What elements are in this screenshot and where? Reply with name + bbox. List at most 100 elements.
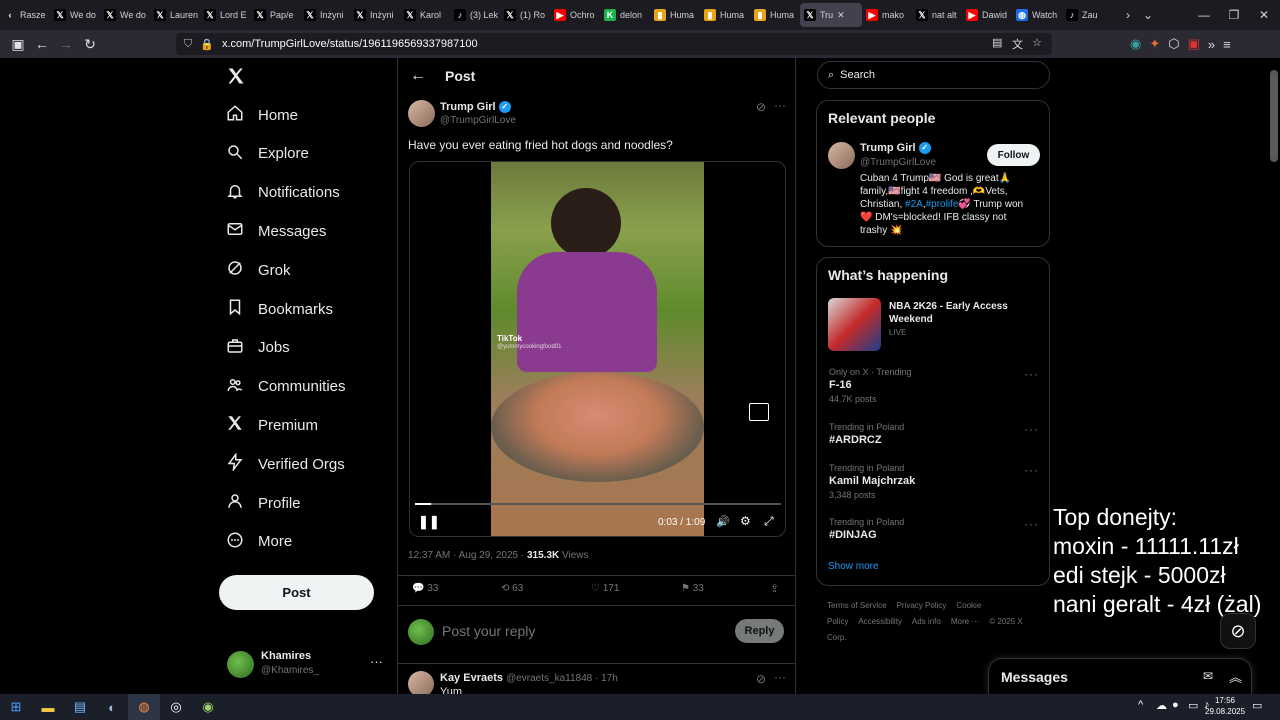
browser-tab[interactable]: ▮ Huma xyxy=(750,3,800,27)
browser-tab[interactable]: 𝕏 Lauren xyxy=(150,3,200,27)
browser-tab[interactable]: 𝕏 We do xyxy=(50,3,100,27)
nav-item-messages[interactable]: Messages xyxy=(226,213,326,249)
relevant-name-row[interactable]: Trump Girl ✓ xyxy=(860,142,931,155)
footer-link[interactable]: More ··· xyxy=(951,617,979,626)
heart-icon[interactable]: ♡ xyxy=(591,583,600,594)
relevant-handle[interactable]: @TrumpGirlLove xyxy=(860,157,936,168)
firefox-icon[interactable]: ◍ xyxy=(128,694,160,720)
nav-item-explore[interactable]: Explore xyxy=(226,136,309,172)
tray-network-icon[interactable]: ▭ xyxy=(1188,699,1198,712)
featured-thumbnail[interactable] xyxy=(828,298,881,351)
browser-tab[interactable]: 𝕏 Tru ✕ xyxy=(800,3,862,27)
trend-item[interactable]: Trending in Poland Kamil Majchrzak 3,348 p… xyxy=(829,463,1039,500)
nav-item-verified-orgs[interactable]: Verified Orgs xyxy=(226,446,345,482)
volume-icon[interactable]: 🔊 xyxy=(716,515,730,528)
search-input[interactable]: Search xyxy=(840,69,875,81)
taskbar-app-icon[interactable]: ▤ xyxy=(64,694,96,720)
nav-item-home[interactable]: Home xyxy=(226,97,298,133)
reply-action[interactable]: 💬 33 xyxy=(412,583,438,594)
reply-icon[interactable]: 💬 xyxy=(412,583,424,594)
tray-chevron-icon[interactable]: ^ xyxy=(1138,699,1143,711)
reply-more-icon[interactable]: ··· xyxy=(774,670,786,684)
nav-item-premium[interactable]: Premium xyxy=(226,407,318,443)
hashtag-link[interactable]: #2A xyxy=(905,199,923,210)
author-name[interactable]: Trump Girl xyxy=(440,101,496,113)
windows-start-icon[interactable]: ⊞ xyxy=(0,694,32,720)
browser-tab[interactable]: ▶ Dawid xyxy=(962,3,1012,27)
url-bar[interactable]: ⛉ 🔒 x.com/TrumpGirlLove/status/196119656… xyxy=(176,33,1052,55)
nav-item-communities[interactable]: Communities xyxy=(226,369,346,405)
trend-item[interactable]: Only on X · Trending F-16 44.7K posts ··· xyxy=(829,367,1039,404)
post-timestamp[interactable]: 12:37 AM · Aug 29, 2025 · xyxy=(408,550,524,561)
browser-tab[interactable]: ♪ (3) Lek xyxy=(450,3,500,27)
footer-link[interactable]: Terms of Service xyxy=(827,601,887,610)
reload-icon[interactable]: ↻ xyxy=(78,32,102,56)
browser-tab[interactable]: ▮ Huma xyxy=(650,3,700,27)
tray-mic-icon[interactable]: ● xyxy=(1172,699,1179,711)
steam-icon[interactable]: ◐ xyxy=(96,694,128,720)
post-more-icon[interactable]: ··· xyxy=(774,98,786,112)
notification-center-icon[interactable]: ▭ xyxy=(1252,699,1262,712)
page-scrollbar[interactable] xyxy=(1270,70,1278,162)
browser-tab[interactable]: 𝕏nat alt xyxy=(912,3,962,27)
browser-tab[interactable]: ▶ Ochro xyxy=(550,3,600,27)
like-action[interactable]: ♡ 171 xyxy=(591,583,619,594)
overflow-chevrons-icon[interactable]: » xyxy=(1208,37,1215,52)
relevant-name[interactable]: Trump Girl xyxy=(860,142,916,154)
tab-list-chevron-icon[interactable]: ⌄ xyxy=(1130,0,1166,30)
trend-item[interactable]: Trending in Poland #ARDRCZ ··· xyxy=(829,422,1039,446)
url-text[interactable]: x.com/TrumpGirlLove/status/1961196569337… xyxy=(222,38,478,50)
bookmark-icon[interactable]: ⚑ xyxy=(681,583,690,594)
browser-tab[interactable]: 𝕏 Inżyni xyxy=(300,3,350,27)
featured-title[interactable]: NBA 2K26 - Early Access Weekend xyxy=(889,300,1029,326)
pause-icon[interactable]: ❚❚ xyxy=(418,514,440,530)
browser-tab[interactable]: 𝕏 Karol xyxy=(400,3,450,27)
clock[interactable]: 17:56 29.08.2025 xyxy=(1205,695,1245,717)
extension-fox-icon[interactable]: ✦ xyxy=(1149,36,1160,52)
relevant-avatar[interactable] xyxy=(828,142,855,169)
browser-tab[interactable]: 𝕏 We do xyxy=(100,3,150,27)
post-button[interactable]: Post xyxy=(219,575,374,610)
reply-grok-icon[interactable]: ⊘ xyxy=(756,672,766,686)
nav-item-grok[interactable]: Grok xyxy=(226,252,291,288)
browser-tab[interactable]: 𝕏 Lord E xyxy=(200,3,250,27)
hashtag-link[interactable]: #prolife xyxy=(926,199,959,210)
author-avatar[interactable] xyxy=(408,100,435,127)
author-name-row[interactable]: Trump Girl ✓ xyxy=(440,101,511,114)
nav-item-more[interactable]: More xyxy=(226,524,292,560)
account-switcher[interactable]: Khamires @Khamires_ ··· xyxy=(227,646,397,686)
repost-action[interactable]: ⟲ 63 xyxy=(501,583,523,594)
trend-more-icon[interactable]: ··· xyxy=(1024,422,1039,436)
back-arrow-icon[interactable]: ← xyxy=(410,67,426,85)
x-logo-icon[interactable] xyxy=(226,66,248,88)
fullscreen-icon[interactable]: ⤢ xyxy=(764,514,774,529)
browser-tab[interactable]: 𝕏 Inżyni xyxy=(350,3,400,27)
trend-more-icon[interactable]: ··· xyxy=(1024,463,1039,477)
star-bookmark-icon[interactable]: ☆ xyxy=(1032,36,1042,49)
close-tab-icon[interactable]: ✕ xyxy=(837,10,845,21)
extension-red-icon[interactable]: ▣ xyxy=(1188,36,1200,52)
footer-link[interactable]: Privacy Policy xyxy=(897,601,947,610)
sidebar-toggle-icon[interactable]: ▣ xyxy=(6,32,30,56)
reply-avatar[interactable] xyxy=(408,671,434,694)
shield-icon[interactable]: ⛉ xyxy=(184,38,192,51)
grok-icon[interactable]: ⊘ xyxy=(756,100,766,114)
browser-tab[interactable]: 𝕏 (1) Ro xyxy=(500,3,550,27)
extension-shield-icon[interactable]: ◉ xyxy=(1130,36,1141,52)
nav-item-bookmarks[interactable]: Bookmarks xyxy=(226,291,333,327)
video-player[interactable]: TikTok @yummycookingfood01 ❚❚ 0:03 / 1:0… xyxy=(409,161,786,537)
lock-icon[interactable]: 🔒 xyxy=(200,38,214,51)
search-box[interactable]: ⌕ Search xyxy=(817,61,1050,89)
hamburger-menu-icon[interactable]: ≡ xyxy=(1223,37,1231,52)
video-progress-track[interactable] xyxy=(415,503,781,505)
browser-tab[interactable]: ♪ Zau xyxy=(1062,3,1112,27)
reply-author-name[interactable]: Kay Evraets xyxy=(440,672,503,684)
puzzle-icon[interactable]: ⬡ xyxy=(1168,36,1179,52)
browser-tab[interactable]: ‹ Rasze xyxy=(0,3,50,27)
settings-gear-icon[interactable]: ⚙ xyxy=(740,514,751,528)
account-more-icon[interactable]: ··· xyxy=(370,654,383,669)
nav-item-profile[interactable]: Profile xyxy=(226,485,301,521)
new-message-icon[interactable]: ✉ xyxy=(1203,669,1213,683)
trend-more-icon[interactable]: ··· xyxy=(1024,517,1039,531)
browser-tab[interactable]: ▮ Huma xyxy=(700,3,750,27)
